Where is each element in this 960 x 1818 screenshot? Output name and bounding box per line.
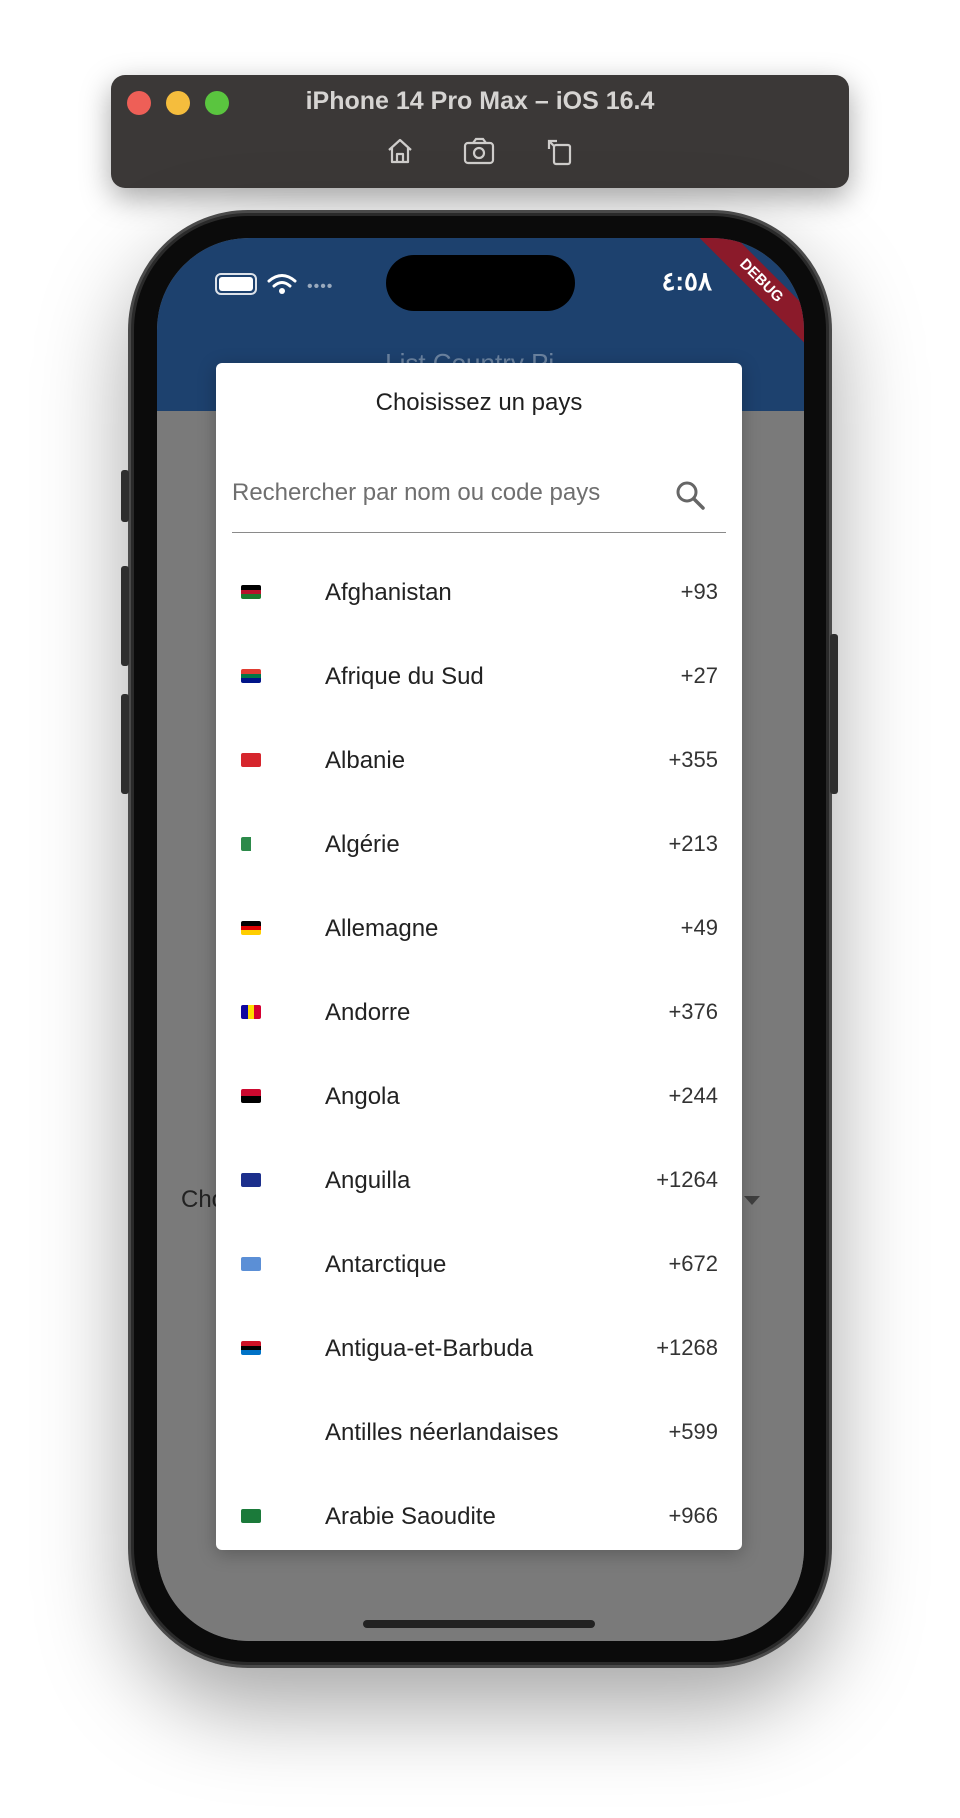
country-name: Antarctique xyxy=(325,1251,447,1278)
af-flag-icon xyxy=(241,585,261,599)
country-name: Andorre xyxy=(325,999,411,1026)
country-row[interactable]: Antarctique +672 xyxy=(216,1225,742,1309)
country-row[interactable]: Angola +244 xyxy=(216,1057,742,1141)
country-row[interactable]: Allemagne +49 xyxy=(216,889,742,973)
country-name: Allemagne xyxy=(325,915,439,942)
ai-flag-icon xyxy=(241,1173,261,1187)
country-row[interactable]: Albanie +355 xyxy=(216,721,742,805)
power-button xyxy=(830,634,838,794)
de-flag-icon xyxy=(241,921,261,935)
home-icon[interactable] xyxy=(382,133,418,169)
country-dial-code: +966 xyxy=(668,1503,718,1528)
home-indicator[interactable] xyxy=(363,1620,595,1628)
country-row[interactable]: Afghanistan +93 xyxy=(216,553,742,637)
country-name: Antigua-et-Barbuda xyxy=(325,1335,534,1362)
ad-flag-icon xyxy=(241,1005,261,1019)
country-dial-code: +599 xyxy=(668,1419,718,1444)
country-dial-code: +355 xyxy=(668,747,718,772)
country-row[interactable]: Arabie Saoudite +966 xyxy=(216,1477,742,1550)
country-name: Afghanistan xyxy=(325,579,452,606)
dialog-title: Choisissez un pays xyxy=(375,389,583,416)
al-flag-icon xyxy=(241,753,261,767)
country-row[interactable]: Afrique du Sud +27 xyxy=(216,637,742,721)
sa-flag-icon xyxy=(241,1509,261,1523)
country-row[interactable]: Anguilla +1264 xyxy=(216,1141,742,1225)
country-picker-dialog: Choisissez un pays Afghanistan +93 Afrique… xyxy=(216,363,742,1550)
za-flag-icon xyxy=(241,669,261,683)
wifi-icon xyxy=(267,274,297,294)
country-dial-code: +376 xyxy=(668,999,718,1024)
country-dial-code: +93 xyxy=(680,579,718,604)
rotate-icon[interactable] xyxy=(542,133,578,169)
country-row[interactable]: Algérie +213 xyxy=(216,805,742,889)
ag-flag-icon xyxy=(241,1341,261,1355)
country-row[interactable]: Antilles néerlandaises +599 xyxy=(216,1393,742,1477)
country-name: Angola xyxy=(325,1083,400,1110)
country-list: Afghanistan +93 Afrique du Sud +27 Albanie +3… xyxy=(216,553,742,1550)
cellular-signal-icon: •••• xyxy=(307,278,334,295)
volume-up-button xyxy=(121,566,129,666)
country-dial-code: +672 xyxy=(668,1251,718,1276)
country-name: Afrique du Sud xyxy=(325,663,484,690)
simulator-toolbar: iPhone 14 Pro Max – iOS 16.4 xyxy=(111,75,849,188)
search-field[interactable] xyxy=(232,463,726,533)
dynamic-island xyxy=(386,255,575,311)
country-dial-code: +213 xyxy=(668,831,718,856)
country-name: Algérie xyxy=(325,831,400,858)
country-name: Anguilla xyxy=(325,1167,411,1194)
silent-switch xyxy=(121,470,129,522)
search-icon[interactable] xyxy=(674,479,706,511)
country-row[interactable]: Antigua-et-Barbuda +1268 xyxy=(216,1309,742,1393)
status-time: ٤:٥٨ xyxy=(661,266,712,296)
country-dial-code: +27 xyxy=(680,663,718,688)
volume-down-button xyxy=(121,694,129,794)
country-dial-code: +244 xyxy=(668,1083,718,1108)
country-dial-code: +49 xyxy=(680,915,718,940)
country-name: Antilles néerlandaises xyxy=(325,1419,559,1446)
country-dial-code: +1264 xyxy=(656,1167,718,1192)
search-input[interactable] xyxy=(232,473,672,513)
country-name: Albanie xyxy=(325,747,406,774)
country-name: Arabie Saoudite xyxy=(325,1503,496,1530)
country-row[interactable]: Andorre +376 xyxy=(216,973,742,1057)
dz-flag-icon xyxy=(241,837,261,851)
dropdown-caret-icon xyxy=(744,1196,760,1205)
ao-flag-icon xyxy=(241,1089,261,1103)
battery-icon xyxy=(215,273,257,295)
simulator-title: iPhone 14 Pro Max – iOS 16.4 xyxy=(305,87,655,115)
country-dial-code: +1268 xyxy=(656,1335,718,1360)
screenshot-icon[interactable] xyxy=(462,133,498,169)
aq-flag-icon xyxy=(241,1257,261,1271)
status-left: •••• xyxy=(215,272,333,296)
